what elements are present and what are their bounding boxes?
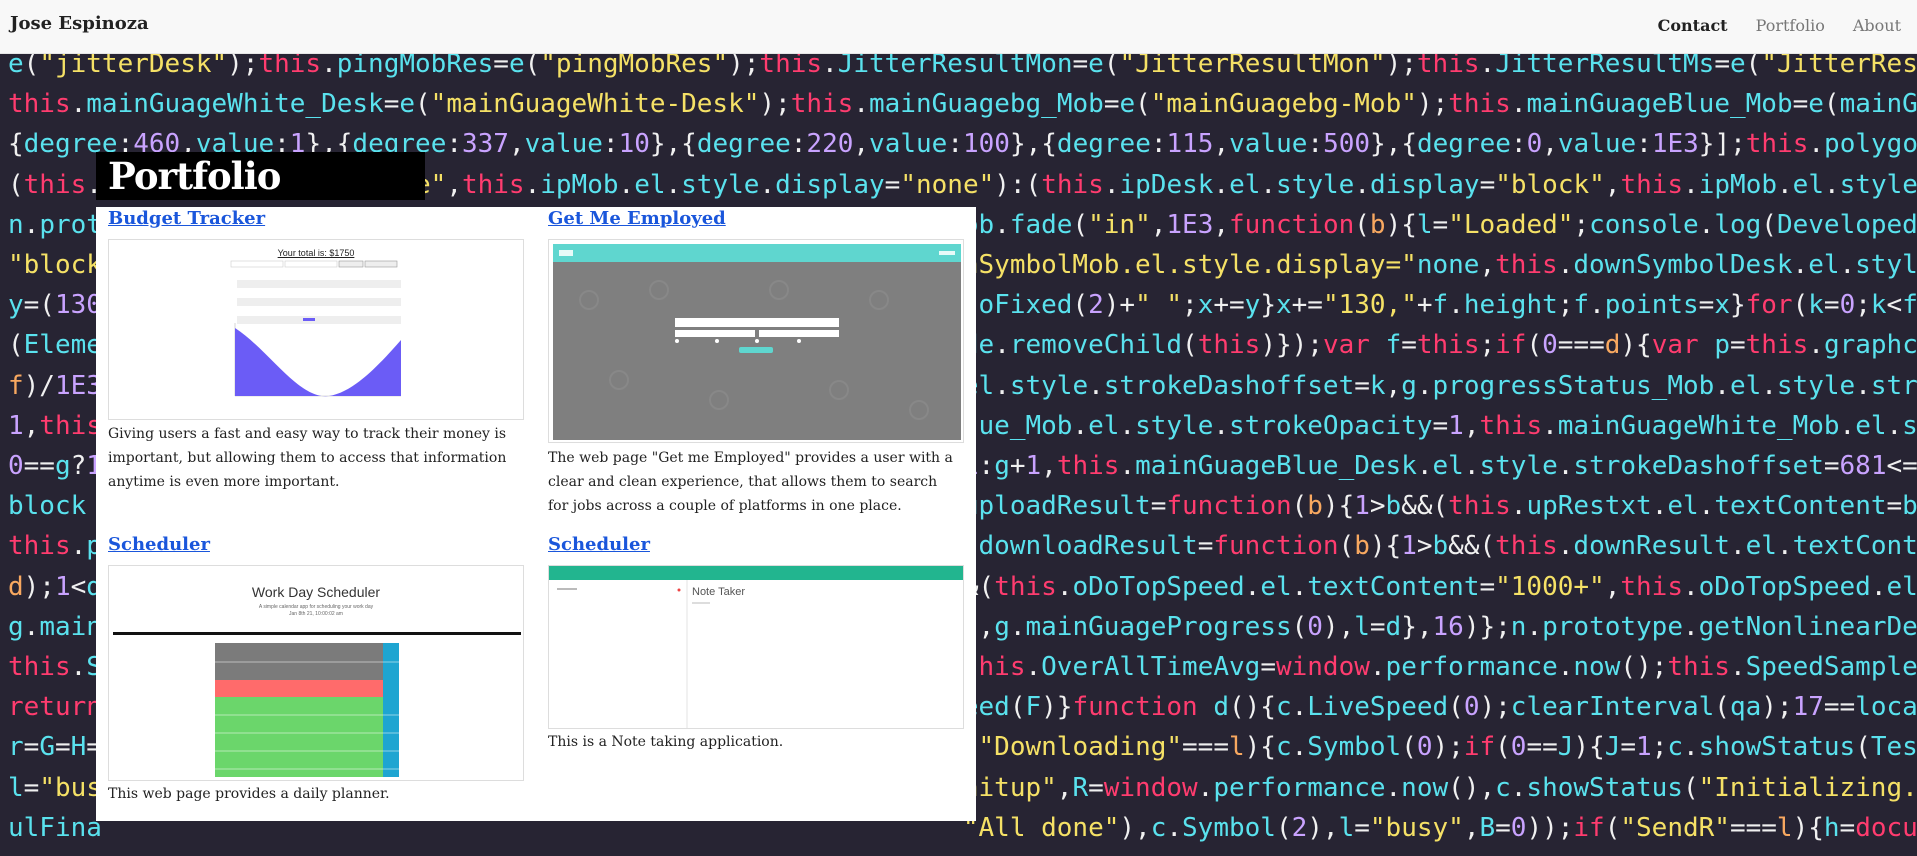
navbar: Jose Espinoza Contact Portfolio About [0,0,1917,54]
nav-link-portfolio[interactable]: Portfolio [1756,16,1825,35]
scheduler-description: This web page provides a daily planner. [108,786,390,802]
code-line: dlDelay=a}function l(){for(var e=0;e<ulT… [8,848,1917,856]
nav-link-about[interactable]: About [1853,16,1901,35]
budget-tracker-description: Giving users a fast and easy way to trac… [108,426,507,490]
scheduler-screenshot[interactable]: Work Day Scheduler A simple calendar app… [108,565,524,781]
note-taker-description: This is a Note taking application. [548,734,784,750]
project-card-get-me-employed: Get Me Employed [548,208,968,229]
get-me-employed-description: The web page "Get me Employed" provides … [548,450,953,514]
project-link-scheduler[interactable]: Scheduler [108,534,528,555]
project-link-note-taker[interactable]: Scheduler [548,534,968,555]
code-line: this.mainGuageWhite_Desk=e("mainGuageWhi… [8,89,1917,120]
scheduler-preview [113,632,521,777]
brand-name[interactable]: Jose Espinoza [10,13,149,34]
project-card-budget-tracker: Budget Tracker [108,208,528,229]
note-taker-screenshot[interactable]: Note Taker [548,565,964,729]
project-link-get-me-employed[interactable]: Get Me Employed [548,208,968,229]
project-card-scheduler: Scheduler [108,534,528,555]
portfolio-title: Portfolio [96,152,425,200]
get-me-employed-screenshot[interactable] [548,239,964,443]
project-link-budget-tracker[interactable]: Budget Tracker [108,208,528,229]
budget-tracker-preview [230,260,401,397]
budget-tracker-screenshot[interactable]: Your total is: $1750 [108,239,524,420]
nav-links: Contact Portfolio About [1658,16,1901,35]
nav-link-contact[interactable]: Contact [1658,16,1728,35]
project-card-note-taker: Scheduler [548,534,968,555]
get-me-employed-preview [553,244,961,440]
note-taker-preview [557,580,710,728]
